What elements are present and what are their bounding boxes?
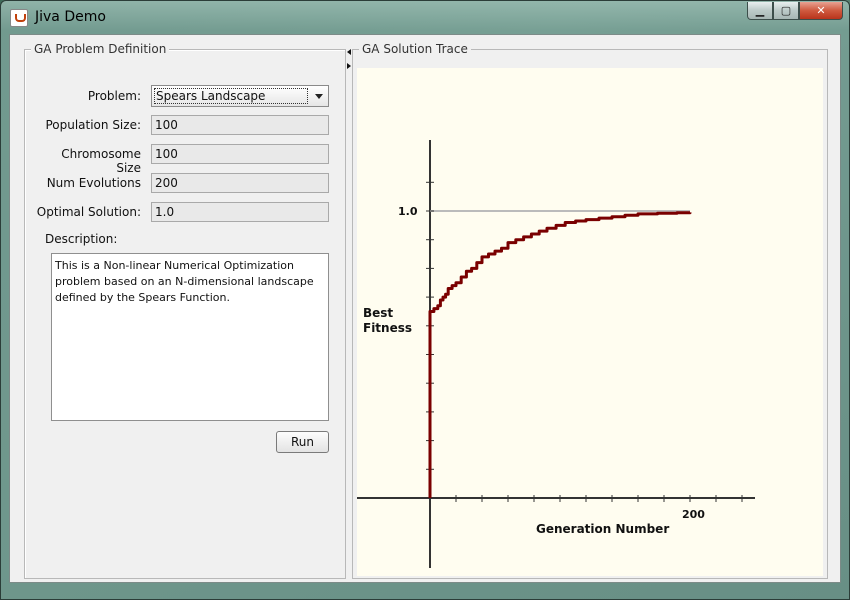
- best-fitness-series-line: [428, 211, 692, 498]
- fitness-chart-svg: 1.0 200 Generation Number BestFitness: [357, 140, 755, 568]
- description-text[interactable]: This is a Non-linear Numerical Optimizat…: [51, 253, 329, 421]
- collapse-right-icon[interactable]: [347, 63, 351, 69]
- window-controls: ▁ ▢ ✕: [747, 2, 843, 20]
- window-title: Jiva Demo: [35, 9, 106, 25]
- chromosome-size-label: Chromosome Size: [61, 147, 141, 175]
- problem-select[interactable]: Spears Landscape: [151, 85, 329, 107]
- dropdown-arrow-icon[interactable]: [315, 94, 323, 99]
- population-size-label: Population Size:: [45, 118, 141, 132]
- trace-panel-legend: GA Solution Trace: [359, 42, 471, 56]
- solution-trace-panel: GA Solution Trace 1.0 200 Generation Numbe…: [352, 42, 828, 579]
- y-axis-title-line: Fitness: [363, 321, 412, 335]
- chromosome-size-field: 100: [151, 144, 329, 164]
- x-axis-title: Generation Number: [536, 522, 669, 536]
- num-evolutions-label: Num Evolutions: [46, 176, 141, 190]
- y-tick-label: 1.0: [398, 205, 418, 218]
- optimal-solution-label: Optimal Solution:: [36, 205, 141, 219]
- problem-definition-panel: GA Problem Definition Problem: Spears La…: [24, 42, 346, 579]
- close-button[interactable]: ✕: [799, 2, 843, 20]
- app-window: Jiva Demo ▁ ▢ ✕ GA Problem Definition Pr…: [0, 0, 850, 600]
- y-axis-title-line: Best: [363, 306, 393, 320]
- java-cup-icon: [10, 9, 28, 27]
- collapse-left-icon[interactable]: [347, 49, 351, 55]
- minimize-button[interactable]: ▁: [747, 2, 773, 20]
- x-tick-label: 200: [682, 508, 705, 521]
- problem-label: Problem:: [87, 89, 141, 103]
- num-evolutions-field: 200: [151, 173, 329, 193]
- problem-panel-legend: GA Problem Definition: [31, 42, 170, 56]
- client-area: GA Problem Definition Problem: Spears La…: [9, 34, 841, 583]
- optimal-solution-field: 1.0: [151, 202, 329, 222]
- problem-select-value: Spears Landscape: [154, 88, 308, 104]
- maximize-button[interactable]: ▢: [773, 2, 799, 20]
- run-button[interactable]: Run: [276, 431, 329, 453]
- population-size-field: 100: [151, 115, 329, 135]
- title-bar[interactable]: Jiva Demo ▁ ▢ ✕: [1, 1, 849, 35]
- fitness-chart: 1.0 200 Generation Number Best Fitness: [357, 68, 823, 576]
- description-label: Description:: [45, 232, 118, 246]
